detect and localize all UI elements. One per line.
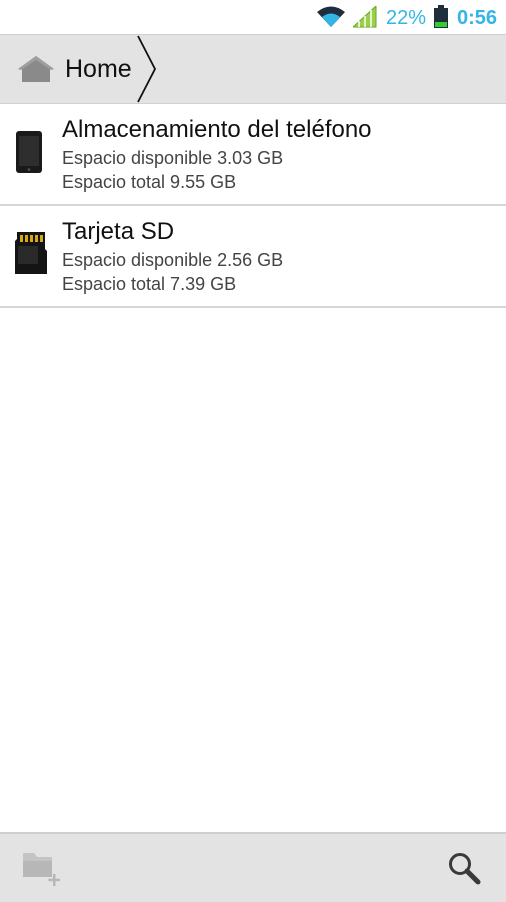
breadcrumb-label: Home [65,55,132,83]
storage-total-space: Espacio total 9.55 GB [62,172,237,192]
signal-icon [353,6,377,28]
storage-free-space: Espacio disponible 3.03 GB [62,148,284,168]
battery-icon [434,5,448,28]
sd-card-icon [15,232,47,274]
list-item[interactable]: Almacenamiento del teléfono Espacio disp… [0,104,506,206]
storage-title: Almacenamiento del teléfono [62,116,372,143]
status-bar: 22% 0:56 [0,0,506,34]
storage-total-space: Espacio total 7.39 GB [62,274,237,294]
storage-free-space: Espacio disponible 2.56 GB [62,250,284,270]
clock: 0:56 [457,7,498,29]
home-icon [18,56,54,82]
wifi-icon [317,6,345,27]
storage-title: Tarjeta SD [62,218,175,245]
storage-list: Almacenamiento del teléfono Espacio disp… [0,104,506,308]
breadcrumb: Home [0,34,506,107]
phone-icon [16,131,42,173]
new-folder-icon[interactable] [22,850,64,886]
battery-percent: 22% [386,7,427,29]
search-icon[interactable] [447,851,481,885]
breadcrumb-separator [137,35,157,103]
bottom-action-bar [0,832,506,902]
list-item[interactable]: Tarjeta SD Espacio disponible 2.56 GB Es… [0,206,506,308]
